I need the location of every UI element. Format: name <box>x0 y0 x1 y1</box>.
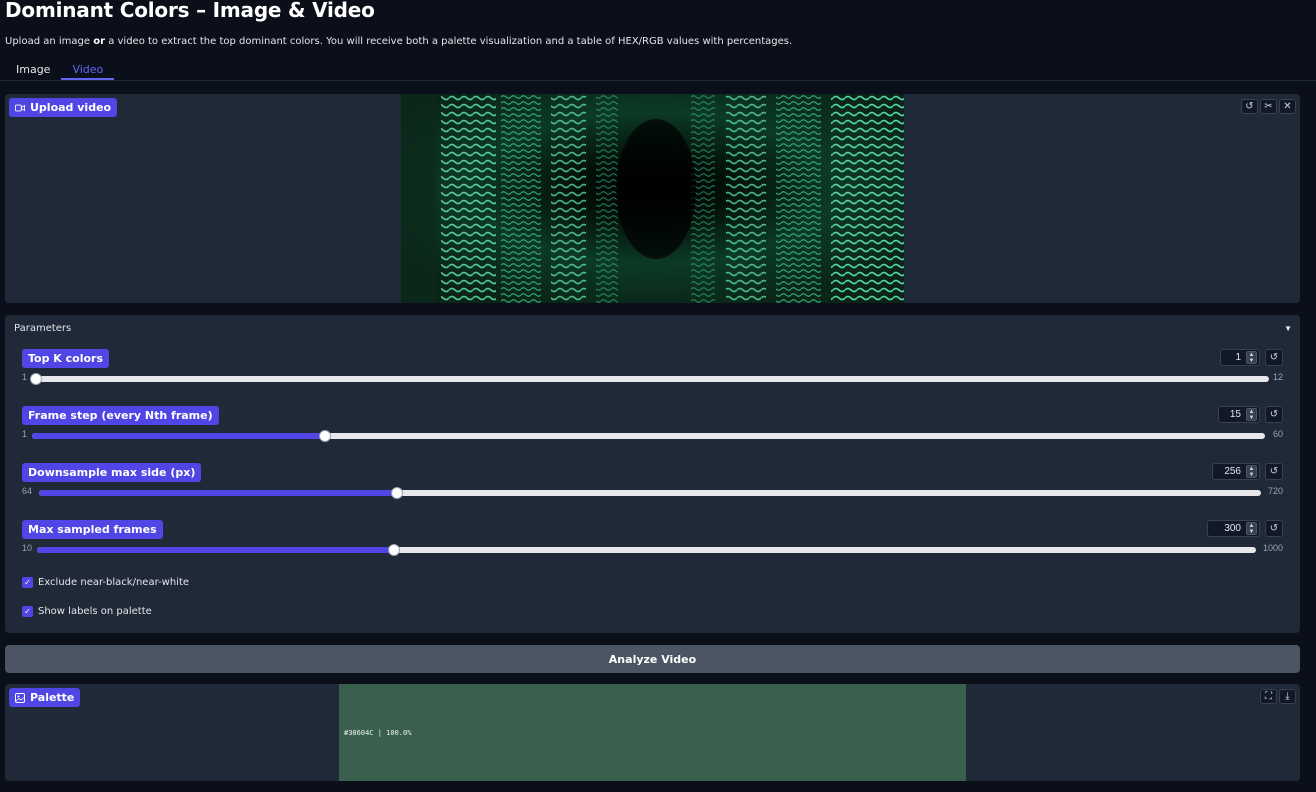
spinner-icon[interactable]: ▲ ▼ <box>1246 351 1257 364</box>
tab-image[interactable]: Image <box>5 60 61 80</box>
undo-icon[interactable]: ↺ <box>1241 99 1258 114</box>
tabs-divider <box>0 80 1316 81</box>
max-frames-label: Max sampled frames <box>22 520 163 539</box>
checkmark-icon[interactable]: ✓ <box>22 577 33 588</box>
frame-step-slider[interactable] <box>32 430 1265 442</box>
parameters-header[interactable]: Parameters <box>14 323 71 334</box>
slider-max-label: 1000 <box>1262 543 1283 553</box>
page-title: Dominant Colors – Image & Video <box>5 0 375 22</box>
palette-toolbar: ⛶ ⤓ <box>1260 689 1296 704</box>
slider-thumb[interactable] <box>388 544 401 556</box>
slider-min-label: 64 <box>22 486 33 496</box>
palette-swatch: #38604C | 100.0% <box>339 684 966 781</box>
frame-step-slider-group: Frame step (every Nth frame) 15 ▲ ▼ ↺ 1 6… <box>22 406 1283 461</box>
top-k-slider[interactable] <box>30 373 1269 385</box>
analyze-video-button[interactable]: Analyze Video <box>5 645 1300 673</box>
slider-fill <box>32 433 325 439</box>
max-frames-number-input[interactable]: 300 ▲ ▼ <box>1207 520 1260 537</box>
downsample-slider[interactable] <box>39 487 1261 499</box>
tab-bar: Image Video <box>5 60 115 80</box>
slider-max-label: 12 <box>1272 372 1283 382</box>
frame-step-label: Frame step (every Nth frame) <box>22 406 219 425</box>
caret-down-icon[interactable]: ▼ <box>1284 324 1292 333</box>
fullscreen-icon[interactable]: ⛶ <box>1260 689 1277 704</box>
reset-icon[interactable]: ↺ <box>1265 463 1283 480</box>
parameters-accordion: Parameters ▼ Top K colors 1 ▲ ▼ ↺ 1 12 Fr… <box>5 315 1300 633</box>
top-k-label: Top K colors <box>22 349 110 368</box>
slider-fill <box>39 490 397 496</box>
scissors-icon[interactable]: ✂ <box>1260 99 1277 114</box>
slider-fill <box>37 547 395 553</box>
palette-label: Palette <box>9 688 81 707</box>
max-frames-slider[interactable] <box>37 544 1256 556</box>
slider-min-label: 1 <box>22 429 28 439</box>
tab-video[interactable]: Video <box>61 60 115 80</box>
video-upload-panel[interactable]: Upload video ↺ ✂ ✕ <box>5 94 1300 303</box>
downsample-label: Downsample max side (px) <box>22 463 202 482</box>
slider-max-label: 720 <box>1267 486 1283 496</box>
slider-max-label: 60 <box>1272 429 1283 439</box>
video-toolbar: ↺ ✂ ✕ <box>1241 99 1296 114</box>
video-preview[interactable] <box>401 94 904 303</box>
close-icon[interactable]: ✕ <box>1279 99 1296 114</box>
checkmark-icon[interactable]: ✓ <box>22 606 33 617</box>
image-icon <box>15 692 25 703</box>
reset-icon[interactable]: ↺ <box>1265 406 1283 423</box>
top-k-slider-group: Top K colors 1 ▲ ▼ ↺ 1 12 <box>22 349 1283 404</box>
slider-thumb[interactable] <box>390 487 403 499</box>
downsample-number-input[interactable]: 256 ▲ ▼ <box>1212 463 1260 480</box>
reset-icon[interactable]: ↺ <box>1265 520 1283 537</box>
max-frames-slider-group: Max sampled frames 300 ▲ ▼ ↺ 10 1000 <box>22 520 1283 575</box>
slider-min-label: 10 <box>22 543 33 553</box>
slider-thumb[interactable] <box>318 430 331 442</box>
spinner-icon[interactable]: ▲ ▼ <box>1246 465 1257 478</box>
reset-icon[interactable]: ↺ <box>1265 349 1283 366</box>
swatch-label: #38604C | 100.0% <box>344 729 412 737</box>
video-camera-icon <box>15 104 25 111</box>
download-icon[interactable]: ⤓ <box>1279 689 1296 704</box>
page-description: Upload an image or a video to extract th… <box>5 36 793 47</box>
palette-output-panel: Palette #38604C | 100.0% ⛶ ⤓ <box>5 684 1300 781</box>
upload-video-label: Upload video <box>9 98 118 117</box>
downsample-slider-group: Downsample max side (px) 256 ▲ ▼ ↺ 64 720 <box>22 463 1283 518</box>
show-labels-checkbox[interactable]: ✓ Show labels on palette <box>22 606 152 617</box>
spinner-icon[interactable]: ▲ ▼ <box>1246 522 1257 535</box>
exclude-extremes-checkbox[interactable]: ✓ Exclude near-black/near-white <box>22 577 189 588</box>
slider-thumb[interactable] <box>30 373 42 385</box>
spinner-icon[interactable]: ▲ ▼ <box>1246 408 1257 421</box>
slider-min-label: 1 <box>22 372 28 382</box>
top-k-number-input[interactable]: 1 ▲ ▼ <box>1220 349 1260 366</box>
frame-step-number-input[interactable]: 15 ▲ ▼ <box>1218 406 1260 423</box>
